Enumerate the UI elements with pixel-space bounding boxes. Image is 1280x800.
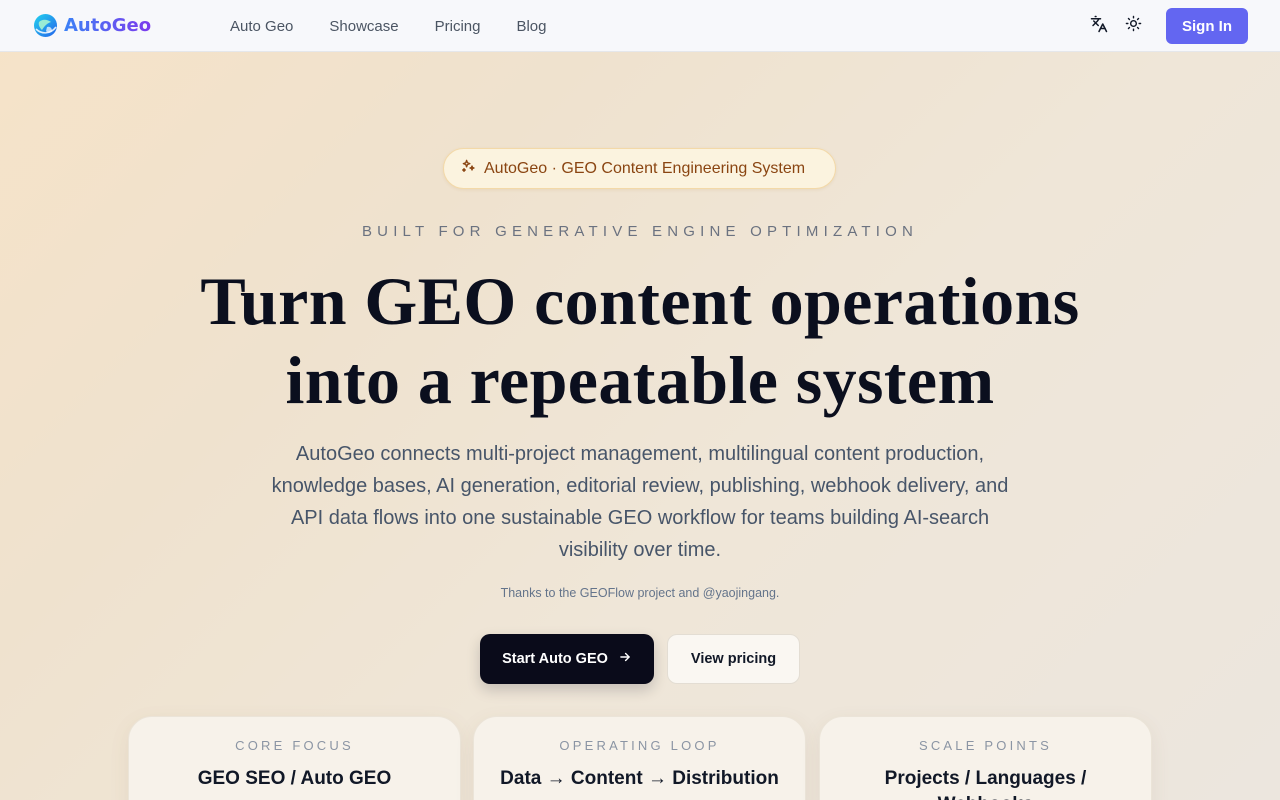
theme-toggle-button[interactable]: [1116, 8, 1150, 44]
card-label: CORE FOCUS: [235, 738, 354, 753]
top-navbar: AutoGeo Auto Geo Showcase Pricing Blog S…: [0, 0, 1280, 52]
hero-credits: Thanks to the GEOFlow project and @yaoji…: [500, 586, 780, 600]
start-auto-geo-button[interactable]: Start Auto GEO: [480, 634, 654, 684]
view-pricing-button[interactable]: View pricing: [667, 634, 800, 684]
main-nav: Auto Geo Showcase Pricing Blog: [230, 0, 547, 52]
hero-headline-line-2: into a repeatable system: [285, 342, 995, 418]
feature-card-operating-loop: OPERATING LOOP Data → Content → Distribu…: [473, 716, 806, 800]
hero-headline: Turn GEO content operations into a repea…: [0, 262, 1280, 420]
brand-logo[interactable]: AutoGeo: [33, 13, 151, 38]
translate-button[interactable]: [1082, 8, 1116, 44]
nav-link-blog[interactable]: Blog: [516, 18, 546, 35]
nav-link-pricing[interactable]: Pricing: [435, 18, 481, 35]
hero-eyebrow: BUILT FOR GENERATIVE ENGINE OPTIMIZATION: [361, 223, 919, 240]
sign-in-button[interactable]: Sign In: [1166, 8, 1248, 44]
start-auto-geo-label: Start Auto GEO: [502, 651, 608, 667]
feature-card-core-focus: CORE FOCUS GEO SEO / Auto GEO: [128, 716, 461, 800]
hero-headline-line-1: Turn GEO content operations: [200, 263, 1080, 339]
brand-name: AutoGeo: [64, 15, 152, 36]
hero-badge: AutoGeo · GEO Content Engineering System: [443, 148, 836, 189]
card-value: GEO SEO / Auto GEO: [197, 768, 392, 789]
nav-link-auto-geo[interactable]: Auto Geo: [230, 18, 293, 35]
card-value: Projects / Languages / Webhooks: [884, 768, 1087, 800]
globe-logo-icon: [33, 13, 58, 38]
card-value: Data → Content → Distribution: [500, 768, 779, 789]
hero-badge-text: AutoGeo · GEO Content Engineering System: [484, 159, 806, 177]
sparkles-icon: [460, 158, 476, 179]
hero-subtitle: AutoGeo connects multi-project managemen…: [271, 443, 1009, 561]
feature-card-scale-points: SCALE POINTS Projects / Languages / Webh…: [819, 716, 1152, 800]
nav-actions: Sign In: [1082, 8, 1248, 44]
card-label: OPERATING LOOP: [559, 738, 720, 753]
arrow-right-icon: [618, 650, 632, 668]
card-label: SCALE POINTS: [918, 738, 1053, 753]
nav-link-showcase[interactable]: Showcase: [329, 18, 398, 35]
sun-icon: [1125, 15, 1142, 37]
translate-icon: [1090, 15, 1108, 38]
